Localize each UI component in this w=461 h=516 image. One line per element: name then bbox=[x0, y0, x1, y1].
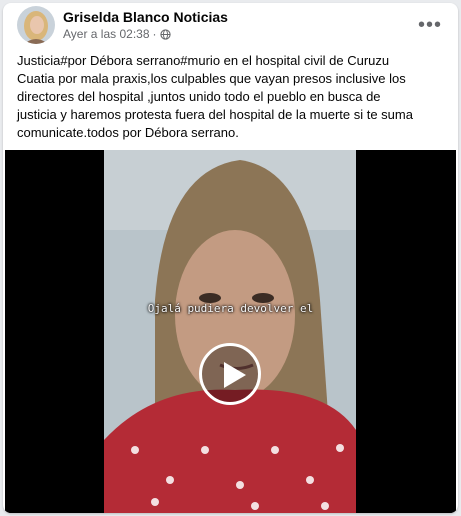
author-name[interactable]: Griselda Blanco Noticias bbox=[63, 9, 228, 25]
post-card: Griselda Blanco Noticias Ayer a las 02:3… bbox=[3, 3, 458, 513]
avatar-image bbox=[17, 6, 55, 44]
post-text: Justicia#por Débora serrano#murio en el … bbox=[17, 53, 413, 140]
globe-icon bbox=[159, 28, 171, 40]
video-player[interactable]: Ojalá pudiera devolver el bbox=[5, 150, 456, 513]
more-options-icon: ••• bbox=[417, 13, 442, 36]
meta-separator: · bbox=[152, 27, 157, 41]
more-options-button[interactable]: ••• bbox=[416, 11, 444, 39]
post-meta: Ayer a las 02:38 · bbox=[63, 27, 171, 41]
post-header: Griselda Blanco Noticias Ayer a las 02:3… bbox=[3, 3, 458, 47]
video-caption: Ojalá pudiera devolver el bbox=[147, 302, 314, 315]
play-icon bbox=[224, 362, 246, 388]
play-button[interactable] bbox=[199, 343, 261, 405]
avatar[interactable] bbox=[17, 6, 55, 44]
video-frame bbox=[5, 150, 456, 513]
post-timestamp[interactable]: Ayer a las 02:38 bbox=[63, 27, 150, 41]
